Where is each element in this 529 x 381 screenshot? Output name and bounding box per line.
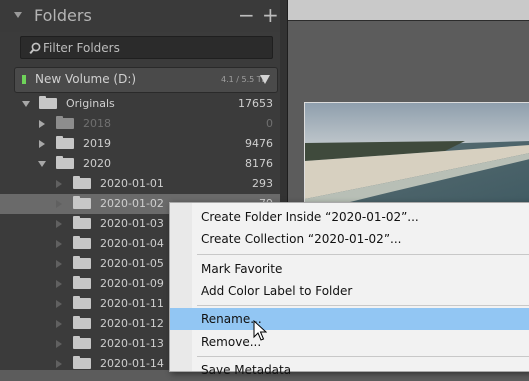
menu-separator [197,305,529,306]
folder-label: 2018 [83,117,111,130]
folder-row-2019[interactable]: 2019 9476 [0,134,287,154]
volume-name: New Volume (D:) [35,72,137,86]
folder-label: 2020-01-01 [100,177,164,190]
folder-icon [56,156,74,169]
filter-folders-input[interactable] [43,37,263,58]
remove-folder-button[interactable]: − [238,4,255,26]
folder-row-2018[interactable]: 2018 0 [0,114,287,134]
expand-triangle-icon[interactable] [56,320,62,328]
filter-box [20,36,273,59]
mouse-pointer-icon [253,319,268,346]
folder-icon [73,356,91,369]
menu-item-add-color-label[interactable]: Add Color Label to Folder [170,280,529,302]
toolbar-strip [288,0,529,21]
menu-item-label: Save Metadata [201,363,292,377]
folder-count: 8176 [245,157,273,170]
menu-item-label: Add Color Label to Folder [201,284,353,298]
folder-icon [39,96,57,109]
folder-count: 293 [252,177,273,190]
menu-item-label: Create Folder Inside “2020-01-02”... [201,210,419,224]
folder-icon [73,316,91,329]
folder-row-originals[interactable]: Originals 17653 [0,94,287,114]
menu-item-label: Mark Favorite [201,262,283,276]
photo-preview [304,102,529,213]
folder-icon [73,336,91,349]
panel-title: Folders [34,6,92,25]
chevron-down-icon[interactable] [260,75,270,84]
folder-count: 9476 [245,137,273,150]
folder-label: 2019 [83,137,111,150]
search-icon [29,40,41,59]
folder-count: 0 [266,117,273,130]
folder-icon [73,296,91,309]
menu-item-remove[interactable]: Remove... [170,331,529,353]
folder-label: 2020-01-14 [100,357,164,370]
menu-separator [197,356,529,357]
folder-label: 2020-01-09 [100,277,164,290]
menu-separator [197,254,529,255]
expand-triangle-icon[interactable] [56,340,62,348]
context-menu: Create Folder Inside “2020-01-02”... Cre… [169,202,529,377]
menu-item-create-folder-inside[interactable]: Create Folder Inside “2020-01-02”... [170,206,529,228]
folder-label: 2020-01-05 [100,257,164,270]
expand-triangle-icon[interactable] [56,260,62,268]
folder-label: 2020-01-11 [100,297,164,310]
volume-header[interactable]: New Volume (D:) 4.1 / 5.5 TB [14,67,278,93]
folder-icon [56,116,74,129]
expand-triangle-icon[interactable] [56,180,62,188]
folder-icon [56,136,74,149]
folder-icon [73,216,91,229]
folder-label: 2020-01-04 [100,237,164,250]
folder-icon [73,256,91,269]
expand-triangle-icon[interactable] [56,280,62,288]
expand-triangle-icon[interactable] [56,240,62,248]
folder-row-2020[interactable]: 2020 8176 [0,154,287,174]
add-folder-button[interactable]: + [262,4,279,26]
folder-icon [73,236,91,249]
expand-triangle-icon[interactable] [22,101,30,107]
folder-icon [73,196,91,209]
expand-triangle-icon[interactable] [56,300,62,308]
menu-item-save-metadata[interactable]: Save Metadata [170,359,529,381]
expand-triangle-icon[interactable] [56,360,62,368]
expand-triangle-icon[interactable] [39,140,45,148]
expand-triangle-icon[interactable] [39,120,45,128]
menu-item-rename[interactable]: Rename... [170,308,529,330]
folder-icon [73,176,91,189]
expand-triangle-icon[interactable] [56,200,62,208]
folder-label: 2020-01-02 [100,197,164,210]
folder-label: 2020-01-12 [100,317,164,330]
folder-icon [73,276,91,289]
panel-collapse-icon[interactable] [14,12,22,18]
menu-item-label: Create Collection “2020-01-02”... [201,232,402,246]
folder-label: 2020 [83,157,111,170]
folder-row-2020-01-01[interactable]: 2020-01-01 293 [0,174,287,194]
panel-header: Folders − + [0,0,287,32]
folder-label: 2020-01-03 [100,217,164,230]
folder-label: 2020-01-13 [100,337,164,350]
folder-count: 17653 [238,97,273,110]
expand-triangle-icon[interactable] [38,161,46,167]
folder-label: Originals [66,97,115,110]
menu-item-create-collection[interactable]: Create Collection “2020-01-02”... [170,228,529,250]
menu-item-mark-favorite[interactable]: Mark Favorite [170,258,529,280]
volume-status-indicator [22,75,26,84]
expand-triangle-icon[interactable] [56,220,62,228]
